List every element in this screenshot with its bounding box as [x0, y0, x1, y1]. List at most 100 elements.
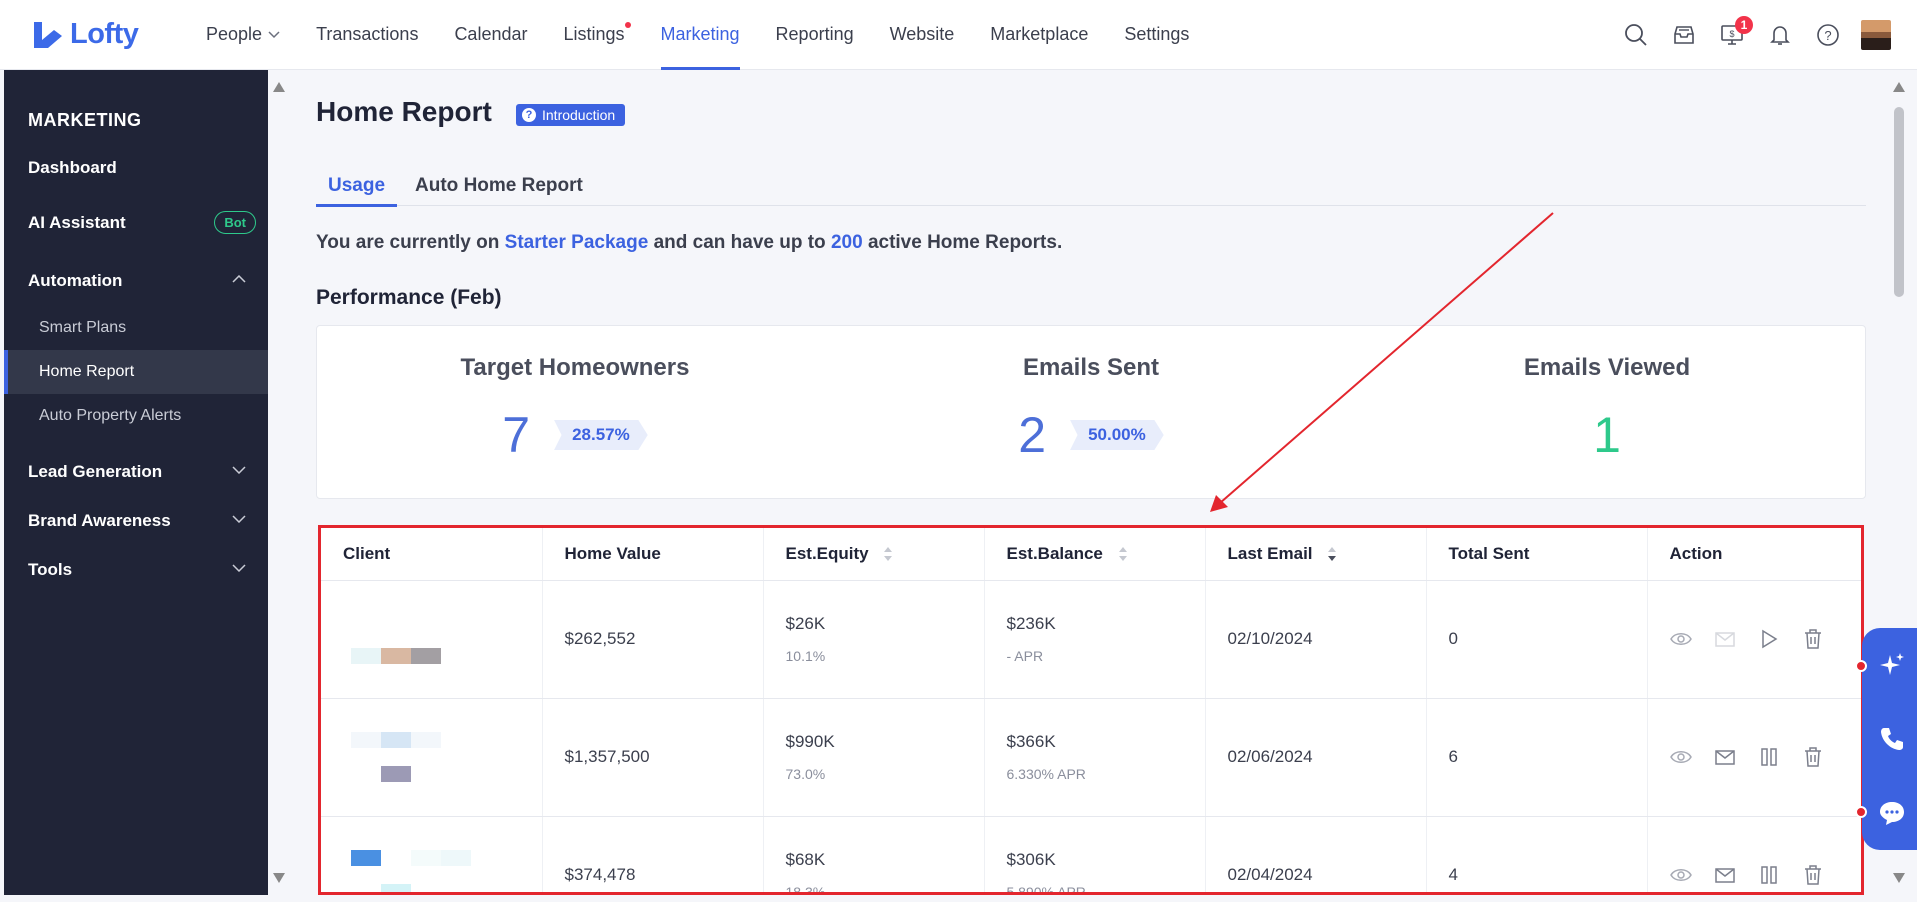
scroll-up-arrow[interactable]	[273, 82, 285, 92]
sidebar-item-dashboard[interactable]: Dashboard	[4, 146, 268, 190]
sidebar-item-label: Dashboard	[28, 158, 117, 177]
apr-value: 5.890% APR	[1006, 884, 1086, 895]
table-row[interactable]: $262,552 $26K 10.1% $236K - APR 02/10/2024…	[321, 580, 1861, 699]
eye-icon[interactable]	[1669, 864, 1692, 886]
delete-icon[interactable]	[1802, 864, 1824, 886]
svg-text:?: ?	[1824, 28, 1831, 43]
table-row[interactable]: $374,478 $68K 18.3% $306K 5.890% APR 02/04…	[321, 816, 1861, 895]
page-scroll-down-arrow[interactable]	[1893, 873, 1905, 883]
sort-desc-icon[interactable]	[1327, 546, 1337, 562]
stat-percent-chip: 50.00%	[1070, 420, 1164, 450]
column-header-est-balance[interactable]: Est.Balance	[984, 528, 1206, 581]
main-content: Home Report ? Introduction Usage Auto Ho…	[290, 70, 1890, 895]
client-avatar-blurred	[343, 850, 542, 892]
action-cell	[1647, 698, 1861, 817]
nav-marketplace[interactable]: Marketplace	[972, 0, 1106, 70]
nav-transactions[interactable]: Transactions	[298, 0, 436, 70]
introduction-button[interactable]: ? Introduction	[516, 104, 626, 126]
sidebar-item-label: Smart Plans	[39, 319, 127, 336]
nav-people[interactable]: People	[188, 0, 298, 70]
chevron-down-icon	[232, 466, 246, 474]
page-scroll-up-arrow[interactable]	[1893, 82, 1905, 92]
annotation-dot	[1855, 660, 1867, 672]
sidebar-item-brand-awareness[interactable]: Brand Awareness	[4, 499, 268, 543]
dollar-monitor-icon[interactable]: $ 1	[1717, 16, 1753, 50]
package-middle: and can have up to	[653, 232, 826, 253]
chevron-up-icon	[232, 275, 246, 283]
home-value-cell: $1,357,500	[542, 698, 764, 817]
nav-transactions-label: Transactions	[316, 24, 419, 44]
chevron-down-icon	[232, 515, 246, 523]
sidebar-item-tools[interactable]: Tools	[4, 548, 268, 592]
pause-icon[interactable]	[1758, 864, 1780, 886]
nav-marketing[interactable]: Marketing	[643, 0, 758, 70]
tab-auto-home-report[interactable]: Auto Home Report	[403, 166, 595, 206]
column-header-label: Action	[1669, 543, 1723, 563]
performance-card: Target Homeowners 7 28.57% Emails Sent 2…	[316, 325, 1866, 499]
equity-value: $68K	[785, 850, 826, 869]
nav-people-label: People	[206, 24, 263, 44]
sidebar-item-label: Brand Awareness	[28, 511, 171, 530]
pause-icon[interactable]	[1758, 746, 1780, 768]
send-email-icon[interactable]	[1714, 864, 1736, 886]
main-nav: People Transactions Calendar Listings Ma…	[188, 0, 1207, 70]
client-cell[interactable]	[321, 816, 543, 892]
sort-icon[interactable]	[1118, 546, 1128, 562]
sidebar-item-auto-property-alerts[interactable]: Auto Property Alerts	[4, 394, 268, 438]
sidebar-item-smart-plans[interactable]: Smart Plans	[4, 306, 268, 350]
help-icon[interactable]: ?	[1813, 20, 1843, 50]
tab-usage[interactable]: Usage	[316, 166, 398, 207]
delete-icon[interactable]	[1802, 746, 1824, 768]
page-title: Home Report	[316, 96, 492, 127]
chat-icon[interactable]	[1878, 799, 1906, 827]
top-icon-group: $ 1 ?	[1621, 0, 1891, 70]
eye-icon[interactable]	[1669, 746, 1692, 768]
chevron-down-icon	[268, 30, 280, 38]
sidebar-item-home-report[interactable]: Home Report	[4, 350, 268, 394]
nav-listings[interactable]: Listings	[545, 0, 642, 70]
stat-label: Emails Sent	[1022, 354, 1160, 381]
stat-target-homeowners: Target Homeowners 7 28.57%	[317, 326, 833, 498]
eye-icon[interactable]	[1669, 628, 1692, 650]
nav-calendar[interactable]: Calendar	[436, 0, 545, 70]
sort-icon[interactable]	[883, 546, 893, 562]
avatar[interactable]	[1861, 20, 1891, 50]
client-cell[interactable]	[321, 698, 543, 817]
stat-value: 2	[1018, 407, 1047, 463]
package-name-link[interactable]: Starter Package	[505, 232, 649, 253]
column-header-est-equity[interactable]: Est.Equity	[763, 528, 985, 581]
nav-settings[interactable]: Settings	[1106, 0, 1207, 70]
inbox-icon[interactable]	[1669, 20, 1699, 50]
table-row[interactable]: $1,357,500 $990K 73.0% $366K 6.330% APR 02…	[321, 698, 1861, 817]
lofty-logo[interactable]: Lofty	[32, 18, 152, 51]
equity-cell: $26K 10.1%	[763, 580, 985, 699]
client-cell[interactable]	[321, 580, 543, 699]
scroll-down-arrow[interactable]	[273, 873, 285, 883]
search-icon[interactable]	[1621, 20, 1651, 50]
column-header-label: Last Email	[1227, 543, 1313, 563]
column-header-label: Total Sent	[1448, 543, 1530, 563]
top-navigation: Lofty People Transactions Calendar Listi…	[0, 0, 1917, 70]
play-icon[interactable]	[1758, 628, 1780, 650]
page-scrollbar-thumb[interactable]	[1894, 107, 1904, 297]
sidebar-item-ai-assistant[interactable]: AI Assistant Bot	[4, 201, 268, 245]
column-header-label: Home Value	[564, 543, 661, 563]
stat-label: Target Homeowners	[460, 354, 690, 381]
nav-reporting[interactable]: Reporting	[758, 0, 872, 70]
sidebar-item-label: Tools	[28, 560, 73, 579]
bell-icon[interactable]	[1765, 20, 1795, 50]
sidebar-item-automation[interactable]: Automation	[4, 259, 268, 303]
package-info: You are currently on Starter Package and…	[316, 232, 1062, 254]
nav-website[interactable]: Website	[872, 0, 973, 70]
phone-icon[interactable]	[1878, 725, 1906, 753]
column-header-total-sent: Total Sent	[1426, 528, 1648, 581]
apr-value: 6.330% APR	[1006, 766, 1086, 782]
sidebar-item-lead-generation[interactable]: Lead Generation	[4, 450, 268, 494]
notification-dot	[624, 21, 631, 28]
ai-sparkle-icon[interactable]	[1878, 651, 1906, 679]
column-header-last-email[interactable]: Last Email	[1205, 528, 1427, 581]
column-header-label: Est.Balance	[1006, 543, 1103, 563]
send-email-icon[interactable]	[1714, 746, 1736, 768]
column-header-client: Client	[321, 528, 543, 581]
delete-icon[interactable]	[1802, 628, 1824, 650]
